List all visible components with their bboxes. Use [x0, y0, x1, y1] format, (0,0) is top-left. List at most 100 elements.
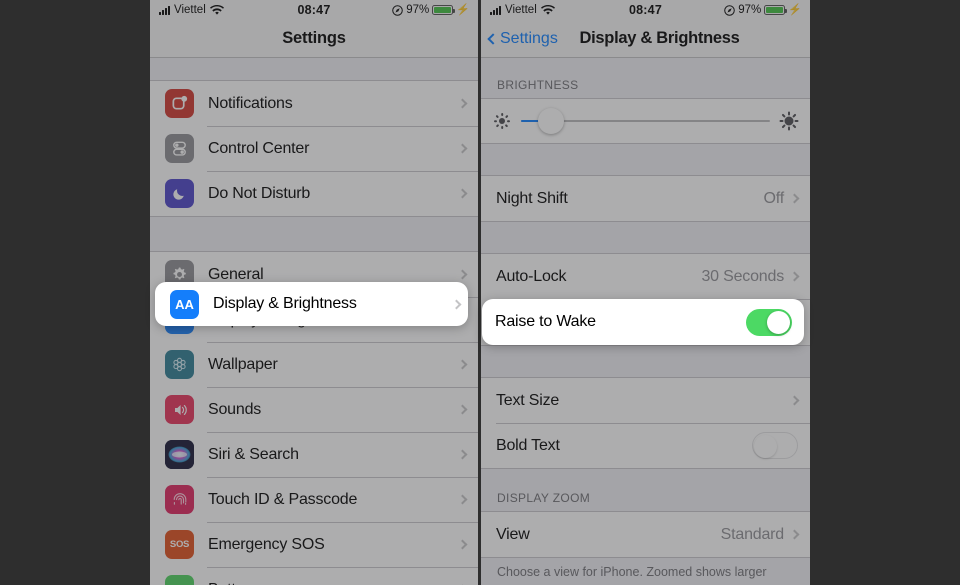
location-services-icon [392, 4, 404, 16]
sidebar-item-control-center[interactable]: Control Center [150, 126, 478, 171]
chevron-right-icon [457, 269, 468, 280]
chevron-right-icon [789, 271, 800, 282]
row-label: Text Size [496, 391, 560, 409]
control-center-icon [165, 134, 194, 163]
settings-group-1: Notifications Control Center Do Not Dist… [150, 80, 478, 217]
siri-icon [165, 440, 194, 469]
sidebar-item-label: Siri & Search [208, 445, 299, 463]
sidebar-item-emergency-sos[interactable]: SOS Emergency SOS [150, 522, 478, 567]
row-accessory [457, 494, 478, 505]
row-text-size[interactable]: Text Size [481, 378, 810, 423]
sidebar-item-label: Touch ID & Passcode [208, 490, 358, 508]
row-accessory: Off [764, 190, 810, 208]
row-bold-text[interactable]: Bold Text [481, 423, 810, 468]
chevron-right-icon [457, 539, 468, 550]
do-not-disturb-icon [165, 179, 194, 208]
brightness-slider-row[interactable] [481, 99, 810, 143]
touch-id-icon [165, 485, 194, 514]
row-night-shift[interactable]: Night Shift Off [481, 176, 810, 221]
display-brightness-icon: AA [170, 289, 199, 319]
sidebar-item-notifications[interactable]: Notifications [150, 81, 478, 126]
chevron-right-icon [789, 529, 800, 540]
row-label: Bold Text [496, 436, 560, 454]
brightness-low-icon [493, 112, 511, 130]
chevron-right-icon [789, 395, 800, 406]
sidebar-item-battery[interactable]: Battery [150, 567, 478, 585]
settings-nav-bar: Settings [150, 20, 478, 58]
back-button-label: Settings [500, 29, 558, 47]
sounds-icon [165, 395, 194, 424]
status-bar-right-group: 97% ⚡ [724, 4, 802, 16]
row-accessory [752, 432, 810, 459]
highlighted-row-label: Display & Brightness [213, 295, 357, 312]
sidebar-item-label: Notifications [208, 94, 293, 112]
text-group: Text Size Bold Text [481, 377, 810, 469]
row-accessory [789, 395, 810, 406]
emergency-sos-icon: SOS [165, 530, 194, 559]
sidebar-item-sounds[interactable]: Sounds [150, 387, 478, 432]
page-title: Settings [282, 29, 346, 47]
bold-text-toggle[interactable] [752, 432, 798, 459]
row-accessory: 30 Seconds [701, 268, 810, 286]
night-shift-group: Night Shift Off [481, 175, 810, 222]
battery-percent-label: 97% [406, 4, 430, 16]
row-value: Standard [720, 525, 785, 543]
row-label: View [496, 525, 530, 543]
slider-thumb[interactable] [537, 108, 564, 134]
battery-percent-label: 97% [738, 4, 762, 16]
chevron-right-icon [457, 494, 468, 505]
row-accessory [457, 539, 478, 550]
sidebar-item-do-not-disturb[interactable]: Do Not Disturb [150, 171, 478, 216]
screenshot-stage: Viettel 08:47 97% ⚡ Settings Notificatio… [0, 0, 960, 585]
sidebar-item-label: Control Center [208, 139, 310, 157]
chevron-right-icon [451, 299, 462, 309]
brightness-slider[interactable] [521, 108, 770, 134]
lightning-bolt-icon: ⚡ [788, 3, 802, 16]
highlighted-row-label: Raise to Wake [495, 313, 596, 330]
row-label: Auto-Lock [496, 267, 567, 285]
wallpaper-icon [165, 350, 194, 379]
chevron-right-icon [457, 143, 468, 154]
display-brightness-phone-screen: Viettel 08:47 97% ⚡ Display & Brightness [481, 0, 810, 585]
display-zoom-section-header: DISPLAY ZOOM [481, 469, 810, 511]
row-accessory: Standard [721, 526, 810, 544]
sidebar-item-touch-id-passcode[interactable]: Touch ID & Passcode [150, 477, 478, 522]
display-zoom-footer: Choose a view for iPhone. Zoomed shows l… [481, 558, 810, 581]
row-accessory [457, 269, 478, 280]
chevron-right-icon [457, 404, 468, 415]
row-value: Off [763, 189, 785, 207]
status-bar-left: Viettel 08:47 97% ⚡ [150, 0, 478, 20]
battery-icon [432, 5, 456, 15]
battery-settings-icon [165, 575, 194, 585]
sidebar-item-label: Sounds [208, 400, 262, 418]
status-bar-right: Viettel 08:47 97% ⚡ [481, 0, 810, 20]
row-accessory [457, 188, 478, 199]
row-auto-lock[interactable]: Auto-Lock 30 Seconds [481, 254, 810, 299]
group-gap-1 [150, 217, 478, 251]
row-accessory [746, 308, 804, 336]
chevron-right-icon [457, 359, 468, 370]
notifications-icon [165, 89, 194, 118]
back-button[interactable]: Settings [487, 29, 558, 48]
sidebar-item-label: General [208, 265, 264, 283]
chevron-right-icon [789, 193, 800, 204]
highlighted-display-brightness-row[interactable]: AA Display & Brightness [155, 282, 468, 326]
chevron-right-icon [457, 98, 468, 109]
row-label: Night Shift [496, 189, 568, 207]
chevron-right-icon [457, 449, 468, 460]
gap-after-night-shift [481, 222, 810, 253]
display-brightness-nav-bar: Display & Brightness Settings [481, 20, 810, 58]
sidebar-item-wallpaper[interactable]: Wallpaper [150, 342, 478, 387]
row-accessory [457, 98, 478, 109]
gap-after-autolock [481, 346, 810, 377]
row-accessory [457, 359, 478, 370]
row-view[interactable]: View Standard [481, 512, 810, 557]
brightness-section-header: BRIGHTNESS [481, 58, 810, 98]
battery-icon [764, 5, 788, 15]
sidebar-item-label: Do Not Disturb [208, 184, 311, 202]
sidebar-item-siri-search[interactable]: Siri & Search [150, 432, 478, 477]
row-value: 30 Seconds [701, 267, 784, 285]
raise-to-wake-toggle[interactable] [746, 308, 792, 336]
highlighted-raise-to-wake-row[interactable]: Raise to Wake [482, 299, 804, 345]
sidebar-item-label: Battery [208, 581, 257, 585]
